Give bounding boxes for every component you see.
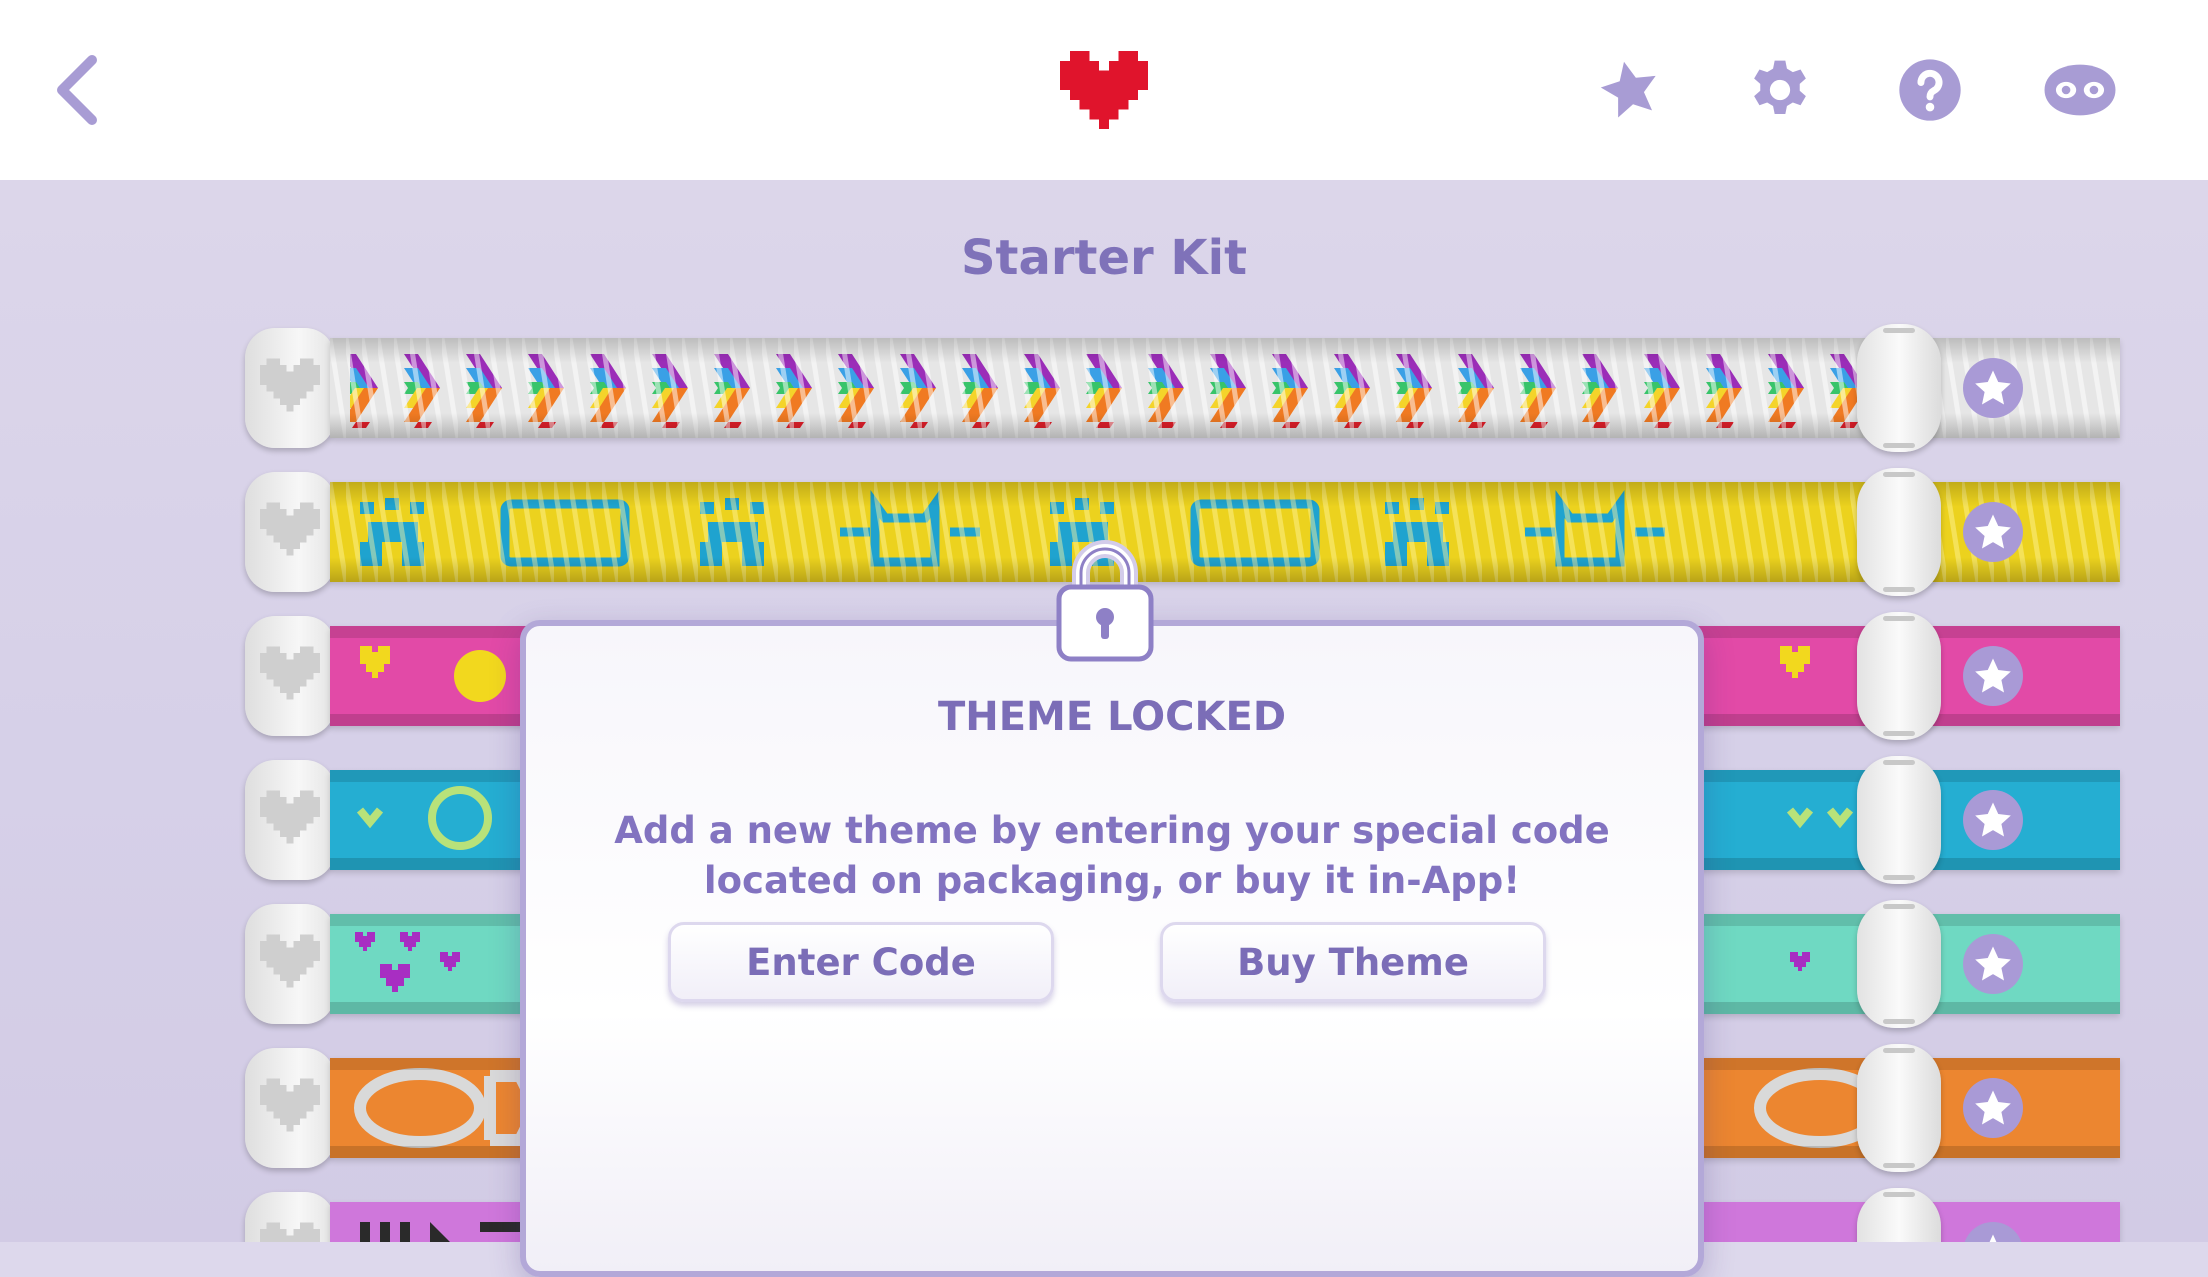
dialog-message: Add a new theme by entering your special… bbox=[614, 809, 1610, 902]
heart-icon bbox=[260, 358, 320, 412]
star-icon bbox=[1975, 1090, 2011, 1125]
heart-icon bbox=[260, 502, 320, 556]
star-icon bbox=[1975, 514, 2011, 549]
band-pattern bbox=[330, 482, 2120, 582]
profile-button[interactable] bbox=[2030, 40, 2130, 140]
bracelet-band bbox=[330, 338, 2120, 438]
heart-icon bbox=[260, 934, 320, 988]
pixel-heart-icon bbox=[1060, 51, 1148, 129]
settings-button[interactable] bbox=[1730, 40, 1830, 140]
favorite-star-button[interactable] bbox=[1963, 934, 2023, 994]
bracelet-clasp-right bbox=[1857, 324, 1941, 452]
favorite-star-button[interactable] bbox=[1963, 502, 2023, 562]
bracelet-row[interactable] bbox=[245, 468, 2120, 596]
bracelet-clasp-right bbox=[1857, 756, 1941, 884]
favorite-star-button[interactable] bbox=[1963, 646, 2023, 706]
chevron-left-icon bbox=[57, 55, 97, 125]
buy-theme-button[interactable]: Buy Theme bbox=[1160, 922, 1546, 1002]
top-bar bbox=[0, 0, 2208, 180]
bracelet-clasp-right bbox=[1857, 1044, 1941, 1172]
favorite-star-button[interactable] bbox=[1963, 1078, 2023, 1138]
bracelet-clasp-right bbox=[1857, 612, 1941, 740]
star-icon bbox=[1989, 1234, 1997, 1242]
help-icon bbox=[1899, 59, 1961, 121]
bracelet-clasp-left bbox=[245, 904, 335, 1024]
bracelet-clasp-left bbox=[245, 760, 335, 880]
favorite-star-button[interactable] bbox=[1963, 358, 2023, 418]
bracelet-clasp-right bbox=[1857, 1188, 1941, 1242]
help-button[interactable] bbox=[1880, 40, 1980, 140]
section-title: Starter Kit bbox=[960, 230, 1248, 286]
bracelet-clasp-left bbox=[245, 616, 335, 736]
favorite-star-button[interactable] bbox=[1963, 790, 2023, 850]
bracelet-clasp-left bbox=[245, 472, 335, 592]
theme-locked-dialog: THEME LOCKED Add a new theme by entering… bbox=[520, 620, 1704, 1277]
heart-icon bbox=[260, 646, 320, 700]
bracelet-clasp-left bbox=[245, 1048, 335, 1168]
bracelet-clasp-right bbox=[1857, 468, 1941, 596]
heart-icon bbox=[260, 790, 320, 844]
lock-icon bbox=[1055, 535, 1155, 663]
star-icon bbox=[1975, 370, 2011, 405]
logo bbox=[1054, 40, 1154, 140]
back-button[interactable] bbox=[28, 40, 128, 140]
enter-code-button[interactable]: Enter Code bbox=[668, 922, 1054, 1002]
dialog-title: THEME LOCKED bbox=[937, 694, 1287, 740]
star-icon bbox=[1975, 802, 2011, 837]
star-icon bbox=[1975, 946, 2011, 981]
bracelet-row[interactable] bbox=[245, 324, 2120, 452]
bracelet-band bbox=[330, 482, 2120, 582]
band-pattern bbox=[330, 338, 2120, 438]
gear-icon bbox=[1754, 60, 1806, 114]
favorites-button[interactable] bbox=[1580, 40, 1680, 140]
bracelet-clasp-left bbox=[245, 328, 335, 448]
mask-icon bbox=[2044, 64, 2116, 116]
bracelet-clasp-left bbox=[245, 1192, 335, 1242]
heart-icon bbox=[260, 1222, 320, 1242]
star-icon bbox=[1600, 61, 1656, 118]
heart-icon bbox=[260, 1078, 320, 1132]
bracelet-clasp-right bbox=[1857, 900, 1941, 1028]
star-icon bbox=[1975, 658, 2011, 693]
